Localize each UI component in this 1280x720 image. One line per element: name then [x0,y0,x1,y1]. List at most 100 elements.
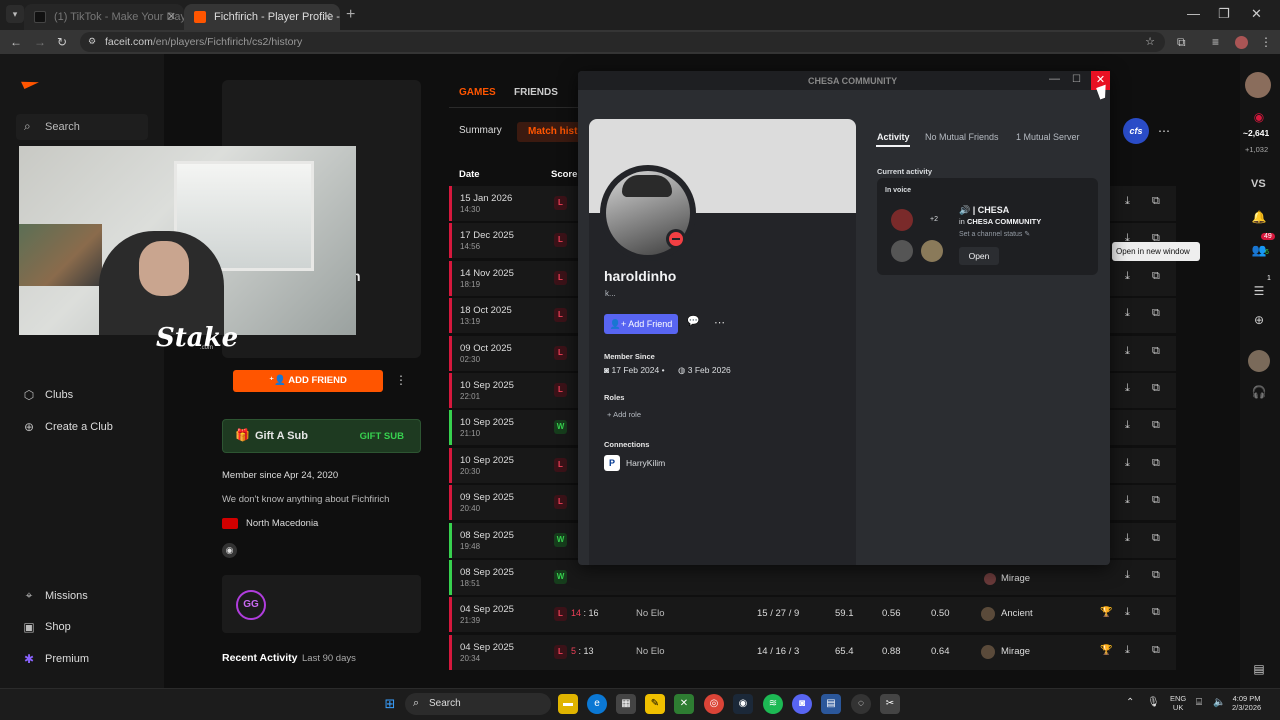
nav-missions[interactable]: ⌖ Missions [22,588,88,603]
tab-activity[interactable]: Activity [877,132,910,142]
steam-icon[interactable]: ◉ [222,543,237,558]
download-icon[interactable]: ⤓ [1125,532,1130,545]
notification-bell-icon[interactable]: 🔔 [1251,210,1267,224]
nav-create-club[interactable]: ⊕ Create a Club [22,420,113,434]
chat-corner-icon[interactable]: ▤ [1251,662,1267,676]
add-circle-icon[interactable]: ⊕ [1251,313,1267,327]
input-language[interactable]: ENG UK [1170,694,1186,712]
open-voice-button[interactable]: Open [959,247,999,265]
download-icon[interactable]: ⤓ [1125,345,1130,358]
table-row[interactable]: 08 Sep 2025 18:51 W ⤓ ⧉ [449,560,1176,595]
table-row[interactable]: 04 Sep 2025 20:34 L 5 : 13 No Elo 14 / 16 / 3… [449,635,1176,670]
open-external-icon[interactable]: ⧉ [1152,270,1160,283]
open-external-icon[interactable]: ⧉ [1152,644,1160,657]
nav-clubs[interactable]: ⬡ Clubs [22,388,73,402]
table-row[interactable]: 04 Sep 2025 21:39 L 14 : 16 No Elo 15 / 27 / … [449,597,1176,632]
tray-chevron-icon[interactable]: ⌃ [1126,697,1134,708]
download-icon[interactable]: ⤓ [1125,307,1130,320]
add-friend-button[interactable]: ⁺👤 ADD FRIEND [233,370,383,392]
open-external-icon[interactable]: ⧉ [1152,532,1160,545]
download-icon[interactable]: ⤓ [1125,382,1130,395]
nav-premium[interactable]: ✱ Premium [22,652,89,666]
discord-more-icon[interactable]: ⋯ [714,316,725,329]
close-tab-icon[interactable]: ✕ [323,10,332,23]
download-icon[interactable]: ⤓ [1125,569,1130,582]
cs-game-badge[interactable]: cfs [1123,118,1149,144]
new-tab-icon[interactable]: + [346,6,355,24]
download-icon[interactable]: ⤓ [1125,457,1130,470]
open-external-icon[interactable]: ⧉ [1152,457,1160,470]
tab-friends[interactable]: FRIENDS [514,87,558,98]
reading-list-icon[interactable]: ≡ [1212,35,1219,49]
spotify-icon[interactable]: ≋ [763,694,783,714]
search-input[interactable]: ⌕ Search [16,114,148,140]
tab-search-icon[interactable]: ▾ [6,5,24,23]
download-icon[interactable]: ⤓ [1125,644,1130,657]
chrome-icon[interactable]: ◎ [704,694,724,714]
subtab-match-history[interactable]: Match hist [517,122,587,142]
tab-mutual-servers[interactable]: 1 Mutual Server [1016,132,1080,142]
open-external-icon[interactable]: ⧉ [1152,494,1160,507]
friend-avatar[interactable] [1248,350,1270,372]
download-icon[interactable]: ⤓ [1125,419,1130,432]
steam-taskbar-icon[interactable]: ◉ [733,694,753,714]
site-info-icon[interactable]: ⚙ [88,36,96,47]
windows-start-icon[interactable]: ⊞ [380,694,400,714]
download-icon[interactable]: ⤓ [1125,195,1130,208]
profile-avatar-icon[interactable] [1235,36,1248,49]
discord-taskbar-icon[interactable]: ◙ [792,694,812,714]
gift-sub-card[interactable]: 🎁 Gift A Sub GIFT SUB [222,419,421,453]
message-bubble-icon[interactable]: 💬 [687,316,703,332]
tab-mutual-friends[interactable]: No Mutual Friends [925,132,999,142]
edge-icon[interactable]: e [587,694,607,714]
download-icon[interactable]: ⤓ [1125,494,1130,507]
browser-tab-faceit[interactable]: Fichfirich - Player Profile - FACE ✕ [184,4,340,30]
browser-menu-icon[interactable]: ⋮ [1260,35,1272,49]
add-role-button[interactable]: + Add role [607,410,641,419]
download-icon[interactable]: ⤓ [1125,606,1130,619]
nav-shop[interactable]: ▣ Shop [22,620,70,634]
notes-icon[interactable]: ✎ [645,694,665,714]
open-external-icon[interactable]: ⧉ [1152,307,1160,320]
open-external-icon[interactable]: ⧉ [1152,606,1160,619]
file-explorer-icon[interactable]: ▬ [558,694,578,714]
network-icon[interactable]: ⌸ [1196,697,1202,708]
store-icon[interactable]: ▦ [616,694,636,714]
user-avatar[interactable] [1245,72,1271,98]
maximize-icon[interactable]: ❐ [1218,6,1230,22]
microphone-icon[interactable]: 🎙 [1147,697,1160,708]
discord-maximize-icon[interactable]: ☐ [1072,74,1081,85]
extensions-icon[interactable]: ⧉ [1177,35,1186,50]
discord-minimize-icon[interactable]: — [1049,73,1060,85]
clock[interactable]: 4:09 PM 2/3/2026 [1232,694,1261,712]
open-external-icon[interactable]: ⧉ [1152,382,1160,395]
trophy-icon[interactable]: 🏆 [1100,607,1112,618]
taskbar-search[interactable]: ⌕ Search [405,693,551,715]
minimize-icon[interactable]: — [1187,6,1200,21]
more-options-icon[interactable]: ⋯ [1158,124,1170,138]
subtab-summary[interactable]: Summary [459,125,502,136]
document-icon[interactable]: ▤ [821,694,841,714]
tab-games[interactable]: GAMES [459,87,496,98]
trophy-icon[interactable]: 🏆 [1100,645,1112,656]
download-icon[interactable]: ⤓ [1125,270,1130,283]
volume-icon[interactable]: 🔈 [1213,697,1225,708]
bookmark-star-icon[interactable]: ☆ [1145,35,1155,48]
back-icon[interactable]: ← [10,35,22,49]
gift-sub-button[interactable]: GIFT SUB [360,431,404,442]
close-window-icon[interactable]: ✕ [1251,6,1262,22]
versus-button[interactable]: VS [1251,178,1266,190]
address-bar[interactable]: ⚙ faceit.com/en/players/Fichfirich/cs2/h… [80,32,1165,52]
reload-icon[interactable]: ↻ [57,35,67,49]
open-external-icon[interactable]: ⧉ [1152,195,1160,208]
xbox-icon[interactable]: ✕ [674,694,694,714]
browser-tab-tiktok[interactable]: (1) TikTok - Make Your Day ✕ [24,4,184,30]
party-icon[interactable]: ☰ [1251,284,1267,298]
connection-name[interactable]: HarryKilim [626,458,665,468]
channel-status[interactable]: Set a channel status ✎ [959,230,1030,238]
open-external-icon[interactable]: ⧉ [1152,345,1160,358]
open-external-icon[interactable]: ⧉ [1152,419,1160,432]
app-icon[interactable]: ◌ [851,694,871,714]
forward-icon[interactable]: → [34,35,46,49]
open-external-icon[interactable]: ⧉ [1152,569,1160,582]
